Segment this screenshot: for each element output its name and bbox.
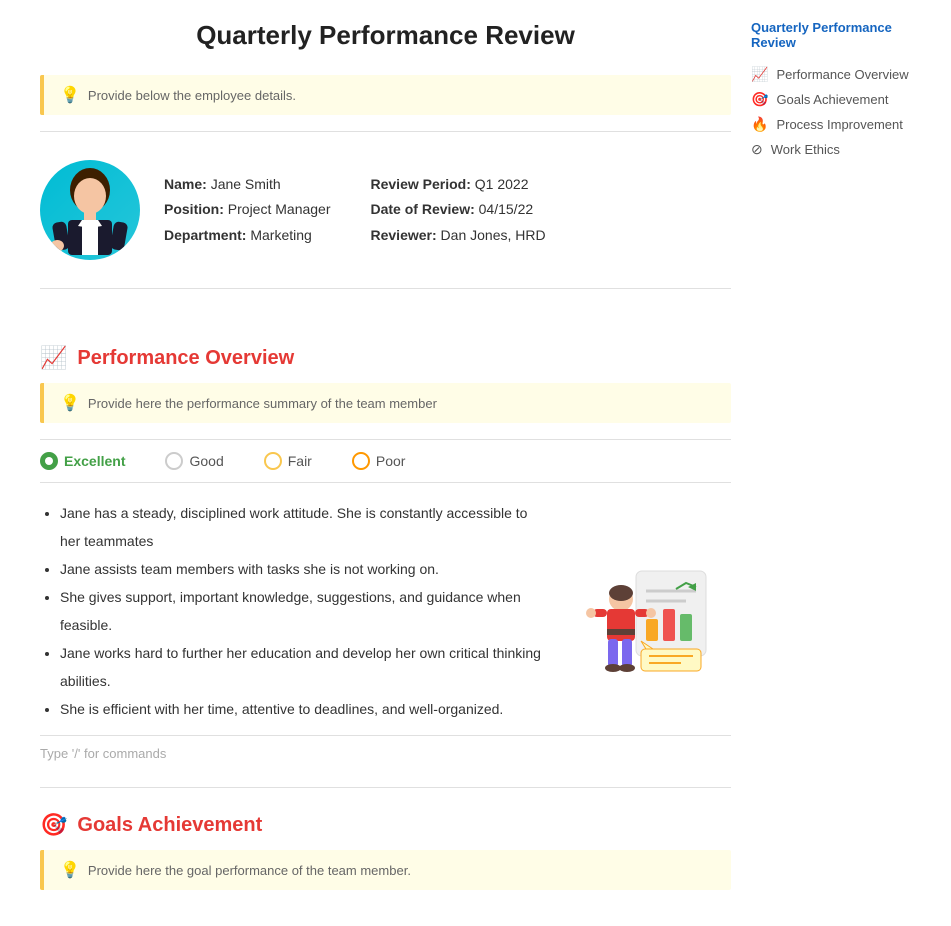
department-value: Marketing	[250, 227, 311, 243]
date-value: 04/15/22	[479, 201, 534, 217]
rating-fair[interactable]: Fair	[264, 452, 312, 470]
label-excellent: Excellent	[64, 453, 125, 469]
employee-details: Name: Jane Smith Position: Project Manag…	[164, 172, 546, 248]
performance-hint-box: 💡 Provide here the performance summary o…	[40, 383, 731, 423]
detail-col-left: Name: Jane Smith Position: Project Manag…	[164, 172, 331, 248]
goals-section-heading: 🎯 Goals Achievement	[40, 812, 731, 838]
employee-department-row: Department: Marketing	[164, 223, 331, 248]
sidebar: Quarterly Performance Review 📈 Performan…	[731, 20, 931, 906]
bullet-2: Jane assists team members with tasks she…	[60, 555, 551, 583]
review-period-label: Review Period:	[371, 176, 471, 192]
bulb-icon-3: 💡	[60, 860, 80, 880]
sidebar-ethics-label: Work Ethics	[771, 142, 840, 157]
reviewer-row: Reviewer: Dan Jones, HRD	[371, 223, 546, 248]
performance-section-heading: 📈 Performance Overview	[40, 345, 731, 371]
reviewer-label: Reviewer:	[371, 227, 437, 243]
employee-hint-box: 💡 Provide below the employee details.	[40, 75, 731, 115]
bullet-5: She is efficient with her time, attentiv…	[60, 695, 551, 723]
command-hint: Type '/' for commands	[40, 735, 731, 771]
bulb-icon: 💡	[60, 85, 80, 105]
position-label: Position:	[164, 201, 224, 217]
sidebar-performance-label: Performance Overview	[776, 67, 908, 82]
sidebar-title: Quarterly Performance Review	[751, 20, 931, 50]
goals-icon: 🎯	[40, 812, 67, 838]
rating-row[interactable]: Excellent Good Fair Poor	[40, 439, 731, 483]
sidebar-ethics-icon: ⊘	[751, 141, 763, 158]
divider-1	[40, 131, 731, 132]
department-label: Department:	[164, 227, 246, 243]
performance-icon: 📈	[40, 345, 67, 371]
performance-title: Performance Overview	[77, 347, 294, 370]
performance-bullets: Jane has a steady, disciplined work atti…	[40, 499, 551, 723]
label-good: Good	[189, 453, 223, 469]
goals-title: Goals Achievement	[77, 814, 262, 837]
date-label: Date of Review:	[371, 201, 475, 217]
review-period-value: Q1 2022	[475, 176, 529, 192]
sidebar-process-icon: 🔥	[751, 116, 768, 133]
rating-poor[interactable]: Poor	[352, 452, 406, 470]
employee-card: Name: Jane Smith Position: Project Manag…	[40, 148, 731, 272]
sidebar-goals-label: Goals Achievement	[776, 92, 888, 107]
label-poor: Poor	[376, 453, 406, 469]
performance-hint-text: Provide here the performance summary of …	[88, 396, 437, 411]
sidebar-item-performance[interactable]: 📈 Performance Overview	[751, 62, 931, 87]
name-label: Name:	[164, 176, 207, 192]
sidebar-item-goals[interactable]: 🎯 Goals Achievement	[751, 87, 931, 112]
radio-excellent[interactable]	[40, 452, 58, 470]
sidebar-item-process[interactable]: 🔥 Process Improvement	[751, 112, 931, 137]
reviewer-value: Dan Jones, HRD	[441, 227, 546, 243]
divider-2	[40, 288, 731, 289]
rating-excellent[interactable]: Excellent	[40, 452, 125, 470]
bullet-3: She gives support, important knowledge, …	[60, 583, 551, 639]
sidebar-performance-icon: 📈	[751, 66, 768, 83]
avatar	[40, 160, 140, 260]
radio-fair[interactable]	[264, 452, 282, 470]
performance-illustration	[571, 499, 731, 723]
sidebar-goals-icon: 🎯	[751, 91, 768, 108]
employee-hint-text: Provide below the employee details.	[88, 88, 296, 103]
performance-content: Jane has a steady, disciplined work atti…	[40, 499, 731, 723]
radio-poor[interactable]	[352, 452, 370, 470]
employee-name-row: Name: Jane Smith	[164, 172, 331, 197]
sidebar-process-label: Process Improvement	[776, 117, 902, 132]
name-value: Jane Smith	[211, 176, 281, 192]
bullet-4: Jane works hard to further her education…	[60, 639, 551, 695]
detail-col-right: Review Period: Q1 2022 Date of Review: 0…	[371, 172, 546, 248]
page-title: Quarterly Performance Review	[40, 20, 731, 51]
label-fair: Fair	[288, 453, 312, 469]
radio-good[interactable]	[165, 452, 183, 470]
goals-section: 🎯 Goals Achievement 💡 Provide here the g…	[40, 812, 731, 890]
rating-good[interactable]: Good	[165, 452, 223, 470]
bulb-icon-2: 💡	[60, 393, 80, 413]
sidebar-item-ethics[interactable]: ⊘ Work Ethics	[751, 137, 931, 162]
employee-position-row: Position: Project Manager	[164, 197, 331, 222]
goals-hint-text: Provide here the goal performance of the…	[88, 863, 411, 878]
review-period-row: Review Period: Q1 2022	[371, 172, 546, 197]
goals-hint-box: 💡 Provide here the goal performance of t…	[40, 850, 731, 890]
divider-3	[40, 787, 731, 788]
bullet-1: Jane has a steady, disciplined work atti…	[60, 499, 551, 555]
position-value: Project Manager	[228, 201, 331, 217]
date-row: Date of Review: 04/15/22	[371, 197, 546, 222]
